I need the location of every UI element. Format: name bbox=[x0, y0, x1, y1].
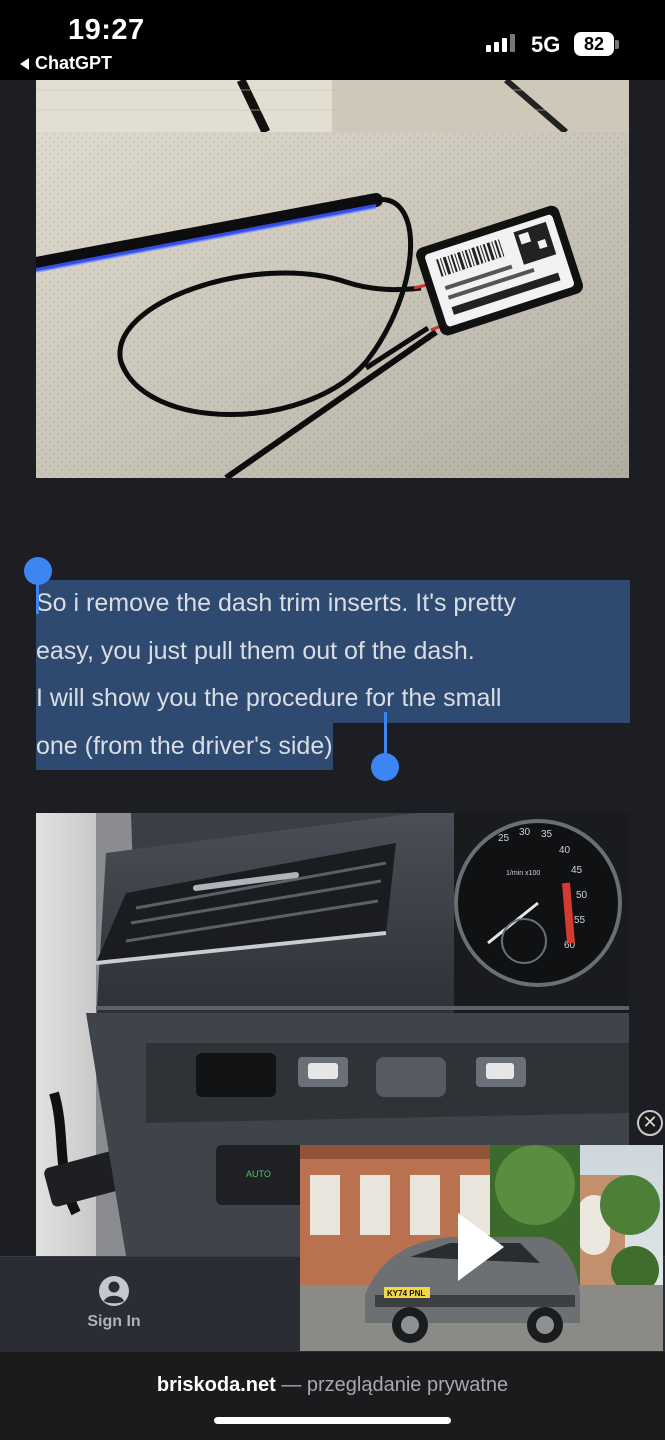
auto-headlight-label: AUTO bbox=[246, 1169, 271, 1179]
network-type: 5G bbox=[531, 32, 561, 57]
selection-start-caret bbox=[36, 580, 39, 614]
back-app-label: ChatGPT bbox=[35, 53, 113, 73]
number-plate: KY74 PNL bbox=[387, 1289, 425, 1298]
sign-in-button[interactable]: Sign In bbox=[80, 1275, 148, 1331]
address-text[interactable]: briskoda.net — przeglądanie prywatne bbox=[0, 1374, 665, 1397]
gauge-tick-45: 45 bbox=[571, 865, 583, 876]
gauge-tick-40: 40 bbox=[559, 845, 571, 856]
photo-led-strip-module bbox=[36, 132, 629, 478]
back-arrow-icon bbox=[20, 57, 29, 70]
gauge-tick-30: 30 bbox=[519, 827, 531, 838]
address-domain: briskoda.net bbox=[156, 1374, 276, 1396]
sign-in-label: Sign In bbox=[87, 1313, 141, 1330]
battery-tip-icon bbox=[615, 40, 619, 49]
gauge-tick-55: 55 bbox=[574, 915, 586, 926]
browser-address-bar[interactable]: briskoda.net — przeglądanie prywatne bbox=[0, 1352, 665, 1440]
cellular-signal-icon bbox=[486, 34, 515, 52]
private-mode-label: — przeglądanie prywatne bbox=[275, 1374, 509, 1396]
person-circle-icon bbox=[99, 1276, 129, 1306]
article-content[interactable]: So i remove the dash trim inserts. It's … bbox=[0, 80, 665, 1256]
gauge-tick-35: 35 bbox=[541, 829, 553, 840]
gauge-unit: 1/min x100 bbox=[506, 870, 540, 877]
gauge-tick-25: 25 bbox=[498, 833, 510, 844]
paragraph-line-1[interactable]: So i remove the dash trim inserts. It's … bbox=[36, 580, 630, 628]
selection-end-caret bbox=[384, 712, 387, 756]
battery-indicator: 82 bbox=[574, 32, 614, 56]
gauge-tick-50: 50 bbox=[576, 890, 588, 901]
clock: 19:27 bbox=[68, 14, 145, 46]
paragraph-line-4[interactable]: one (from the driver's side) bbox=[36, 722, 630, 770]
paragraph-line-2[interactable]: easy, you just pull them out of the dash… bbox=[36, 627, 630, 675]
video-ad-player[interactable]: KY74 PNL bbox=[300, 1145, 663, 1351]
home-indicator[interactable] bbox=[214, 1417, 451, 1424]
selection-end-handle[interactable] bbox=[371, 753, 399, 781]
status-bar: 19:27 ChatGPT 5G 82 bbox=[0, 0, 665, 80]
back-to-app-button[interactable]: ChatGPT bbox=[20, 53, 112, 74]
paragraph-line-3[interactable]: I will show you the procedure for the sm… bbox=[36, 675, 630, 723]
close-icon[interactable]: ✕ bbox=[637, 1110, 663, 1136]
photo-top-partial bbox=[36, 80, 629, 132]
selected-paragraph[interactable]: So i remove the dash trim inserts. It's … bbox=[36, 580, 630, 770]
